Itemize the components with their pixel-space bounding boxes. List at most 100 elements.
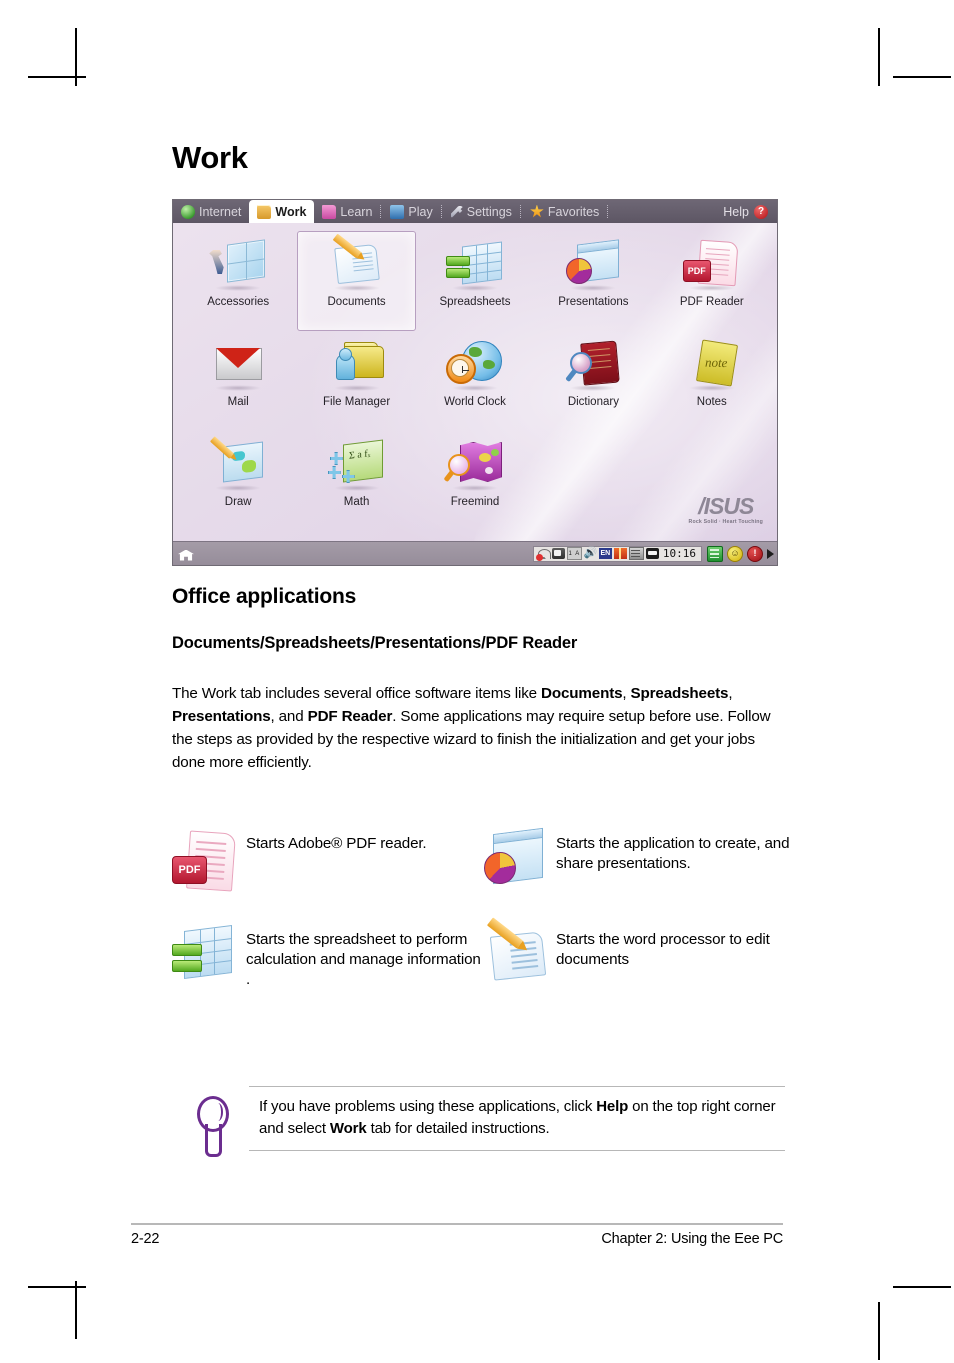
volume-icon[interactable]: 🔊 (584, 548, 598, 559)
draw-icon (207, 436, 269, 491)
tab-learn[interactable]: Learn (314, 200, 380, 223)
icon-description-text: Starts the application to create, and sh… (556, 835, 790, 873)
asus-wordmark: /ISUS (698, 493, 754, 519)
wireless-disabled-icon[interactable] (535, 548, 551, 561)
manual-page: Work Internet Work Learn Play Settings F… (0, 0, 954, 1363)
para-text-4: , and (270, 707, 308, 725)
icon-description-grid: PDF Starts Adobe® PDF reader. Starts the… (172, 826, 792, 994)
desktop-area: Accessories Documents Spreadsheets Prese… (173, 223, 777, 541)
battery-icon[interactable] (551, 548, 565, 559)
page-title: Work (172, 140, 248, 175)
chapter-name: Chapter 2: Using the Eee PC (601, 1231, 783, 1247)
help-button[interactable]: Help ? (723, 200, 777, 223)
app-tile-world-clock[interactable]: World Clock (416, 331, 534, 431)
power-icon[interactable]: ! (747, 545, 763, 562)
eeepc-screenshot: Internet Work Learn Play Settings Favori… (172, 199, 778, 566)
app-tile-presentations[interactable]: Presentations (534, 231, 652, 331)
crop-mark-bottom-right-h (893, 1286, 951, 1288)
icon-description-row: Starts the spreadsheet to perform calcul… (172, 917, 792, 994)
crop-mark-bottom-right-v (878, 1302, 880, 1360)
app-label: Spreadsheets (439, 296, 511, 308)
app-tile-draw[interactable]: Draw (179, 431, 297, 531)
file-manager-icon (326, 338, 388, 391)
note-box-inner: If you have problems using these applica… (249, 1086, 785, 1151)
app-label: Accessories (207, 296, 270, 308)
app-tile-pdf-reader[interactable]: PDF PDF Reader (653, 231, 771, 331)
network-icon[interactable] (645, 548, 659, 559)
subsection-heading: Documents/Spreadsheets/Presentations/PDF… (172, 634, 578, 652)
keyboard-layout-icon[interactable]: 1 A (566, 547, 582, 560)
app-tile-spreadsheets[interactable]: Spreadsheets (416, 231, 534, 331)
folder-learn-icon (322, 204, 337, 219)
app-label: Presentations (558, 296, 629, 308)
storage-icon[interactable] (628, 547, 644, 560)
tip-bulb-icon (191, 1096, 231, 1160)
icon-description-pdf-reader: PDF Starts Adobe® PDF reader. (172, 826, 482, 898)
app-tile-math[interactable]: Σ a fₓ Math (297, 431, 415, 531)
para-text-1: The Work tab includes several office sof… (172, 685, 542, 703)
note-bold-work: Work (329, 1119, 367, 1137)
app-tile-file-manager[interactable]: File Manager (297, 331, 415, 431)
app-tile-dictionary[interactable]: Dictionary (534, 331, 652, 431)
star-icon (530, 204, 544, 218)
input-method-en-icon[interactable]: EN (598, 548, 612, 559)
notes-glyph: note (704, 354, 728, 371)
home-icon[interactable] (178, 547, 194, 561)
icon-description-text: Starts the word processor to edit docume… (556, 931, 770, 969)
calculator-icon[interactable] (707, 545, 723, 562)
accessories-icon (207, 238, 269, 291)
para-text-2: , (622, 685, 631, 703)
crop-mark-top-right-h (893, 76, 951, 78)
para-bold-spreadsheets: Spreadsheets (630, 685, 729, 703)
note-bold-help: Help (596, 1098, 629, 1115)
taskbar-right-icons: ☺ ! (707, 545, 774, 562)
tab-internet[interactable]: Internet (173, 200, 249, 223)
note-text-3: tab for detailed instructions. (366, 1119, 550, 1137)
tab-work[interactable]: Work (249, 200, 315, 223)
documents-icon (482, 917, 548, 994)
tab-favorites[interactable]: Favorites (522, 200, 607, 223)
presentations-icon (562, 238, 624, 291)
app-tile-mail[interactable]: Mail (179, 331, 297, 431)
freemind-icon (443, 438, 506, 491)
pdf-reader-icon: PDF (681, 238, 743, 291)
app-label: PDF Reader (679, 296, 744, 308)
tab-settings[interactable]: Settings (443, 200, 520, 223)
system-tray: 1 A 🔊 EN 10:16 (532, 545, 702, 562)
expand-arrow-icon[interactable] (767, 548, 774, 559)
math-glyph: Σ a fₓ (348, 448, 371, 462)
app-tile-freemind[interactable]: Freemind (416, 431, 534, 531)
pdf-reader-icon: PDF (172, 826, 238, 898)
asus-logo: /ISUS Rock Solid · Heart Touching (689, 493, 763, 526)
tab-work-label: Work (275, 204, 307, 219)
smiley-icon[interactable]: ☺ (727, 545, 743, 562)
app-tile-documents[interactable]: Documents (297, 231, 416, 331)
globe-icon (181, 204, 195, 219)
tab-settings-label: Settings (466, 204, 512, 219)
app-label: Draw (224, 496, 252, 508)
icon-description-presentations: Starts the application to create, and sh… (482, 826, 792, 898)
para-bold-documents: Documents (541, 685, 623, 703)
app-tile-accessories[interactable]: Accessories (179, 231, 297, 331)
app-label: Notes (696, 396, 727, 408)
footer-divider (131, 1223, 783, 1225)
presentations-icon (482, 826, 548, 898)
page-number: 2-22 (131, 1231, 160, 1247)
tab-internet-label: Internet (199, 204, 242, 219)
clock[interactable]: 10:16 (661, 547, 698, 560)
app-tile-notes[interactable]: note Notes (653, 331, 771, 431)
tab-learn-label: Learn (340, 204, 373, 219)
play-icon (390, 204, 405, 219)
app-label: Math (343, 496, 370, 508)
app-label: World Clock (444, 396, 506, 408)
app-label: Dictionary (567, 396, 619, 408)
crop-mark-bottom-left-v (75, 1281, 77, 1339)
note-text: If you have problems using these applica… (259, 1096, 785, 1140)
tab-play[interactable]: Play (382, 200, 440, 223)
icon-description-text: Starts Adobe® PDF reader. (246, 835, 427, 852)
gift-icon[interactable] (613, 548, 627, 559)
notes-icon: note (681, 338, 743, 391)
help-label: Help (723, 204, 749, 219)
wrench-icon (450, 205, 463, 218)
tab-play-label: Play (408, 204, 433, 219)
